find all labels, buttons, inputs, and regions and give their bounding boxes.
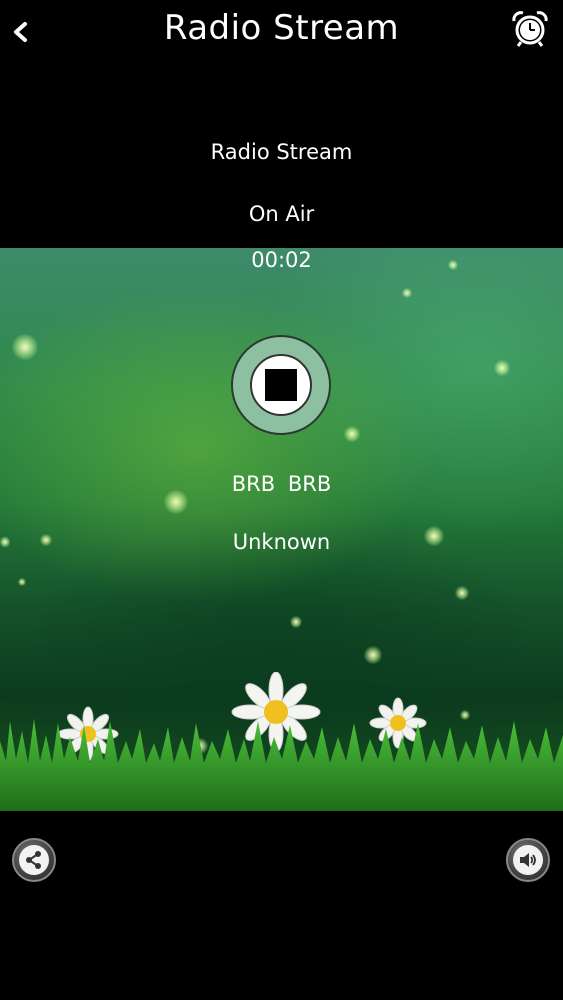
firefly-glow [290,616,302,628]
volume-button-face [513,845,543,875]
firefly-glow [364,646,382,664]
firefly-glow [18,578,26,586]
firefly-glow [402,288,412,298]
track-artist: BRB BRB [231,472,332,496]
share-button-face [19,845,49,875]
stop-icon [265,369,297,401]
share-button[interactable] [12,838,56,882]
grass-foreground [0,719,563,811]
share-icon [26,851,41,869]
stop-button[interactable] [231,335,331,435]
top-bar: Radio Stream [0,0,563,64]
firefly-glow [12,334,38,360]
alarm-button[interactable] [511,10,549,48]
firefly-glow [494,360,510,376]
elapsed-time: 00:02 [251,248,312,272]
page-title: Radio Stream [163,8,400,48]
track-album: Unknown [232,530,331,554]
station-name: Radio Stream [210,140,353,164]
app-root: Radio Stream Radio Stream On Air 00:02 B… [0,0,563,1000]
firefly-glow [455,586,469,600]
volume-icon [520,853,536,867]
stop-button-face [250,354,312,416]
volume-button[interactable] [506,838,550,882]
alarm-clock-icon [512,11,548,47]
firefly-glow [344,426,360,442]
status-text: On Air [248,202,315,226]
